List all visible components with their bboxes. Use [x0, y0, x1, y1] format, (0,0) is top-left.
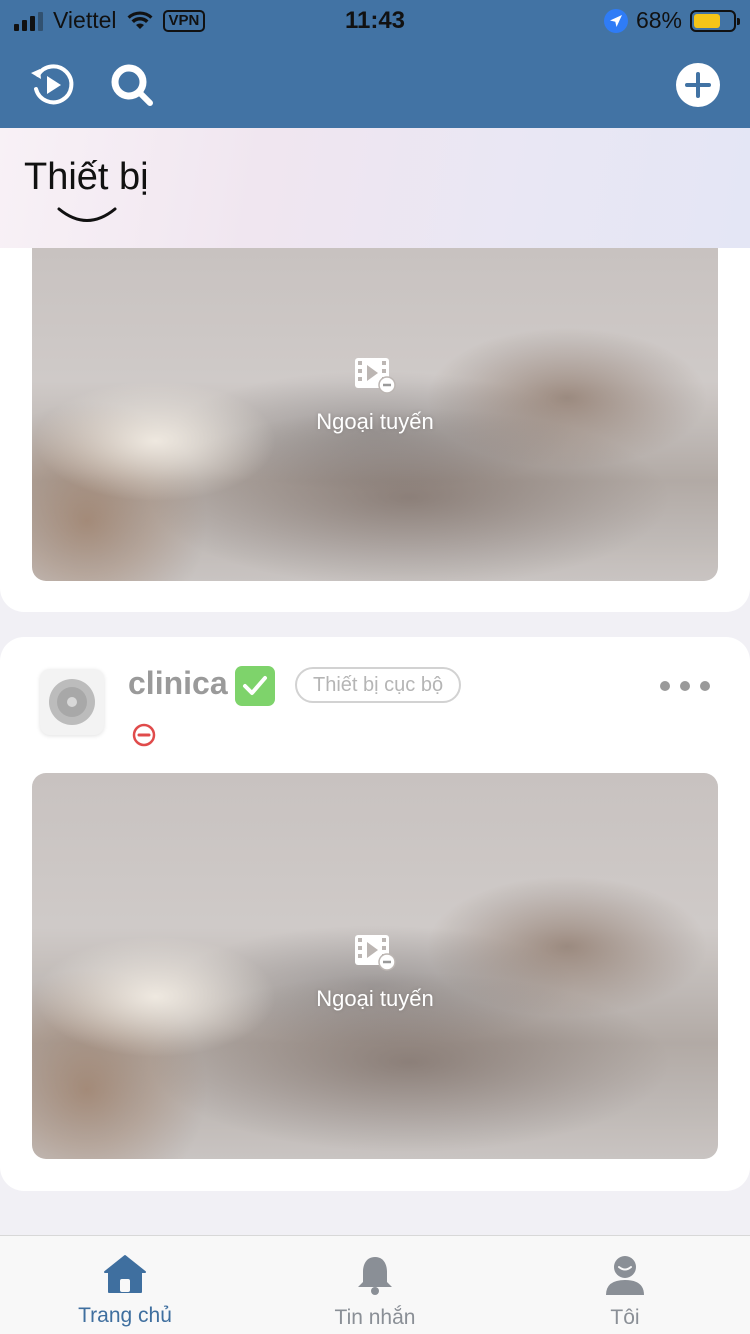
bell-icon [358, 1257, 392, 1295]
search-button[interactable] [107, 60, 157, 110]
camera-preview[interactable]: Ngoại tuyến [32, 773, 718, 1159]
video-offline-icon [355, 935, 396, 971]
tab-home[interactable]: Trang chủ [0, 1236, 250, 1334]
check-icon [235, 666, 275, 706]
location-arrow-icon [603, 8, 628, 33]
tab-me[interactable]: Tôi [500, 1236, 750, 1334]
status-bar: Viettel VPN 11:43 68% [0, 0, 750, 42]
offline-label: Ngoại tuyến [316, 409, 434, 434]
camera-preview[interactable]: Ngoại tuyến [32, 248, 718, 581]
device-card[interactable]: Ngoại tuyến [0, 200, 750, 612]
history-playback-button[interactable] [27, 60, 77, 110]
device-name: clinica [128, 665, 228, 701]
top-bar: Viettel VPN 11:43 68% [0, 0, 750, 128]
device-card[interactable]: clinica Thiết bị cục bộ Ngoại tuyến [0, 637, 750, 1191]
history-play-icon [31, 64, 74, 105]
page-title: Thiết bị [24, 156, 149, 198]
home-icon [104, 1255, 146, 1293]
offline-overlay: Ngoại tuyến [32, 933, 718, 1012]
offline-status-icon [132, 723, 156, 747]
battery-icon [690, 9, 740, 32]
battery-percent: 68% [635, 7, 682, 33]
more-options-button[interactable] [660, 671, 710, 701]
add-icon [676, 63, 720, 107]
add-device-button[interactable] [673, 60, 723, 110]
tab-label: Tin nhắn [334, 1306, 416, 1329]
page-header: Thiết bị [0, 128, 750, 248]
more-dot-icon [680, 681, 690, 691]
more-dot-icon [660, 681, 670, 691]
person-icon [606, 1256, 644, 1295]
camera-lens-icon [49, 679, 95, 725]
offline-label: Ngoại tuyến [316, 986, 434, 1011]
status-right: 68% [603, 7, 740, 34]
title-underline-smile [57, 207, 117, 222]
search-icon [111, 64, 153, 106]
local-device-tag: Thiết bị cục bộ [295, 667, 462, 703]
tab-messages[interactable]: Tin nhắn [250, 1236, 500, 1334]
offline-overlay: Ngoại tuyến [32, 356, 718, 435]
more-dot-icon [700, 681, 710, 691]
tab-label: Tôi [610, 1306, 640, 1329]
device-thumbnail [40, 669, 104, 735]
tab-label: Trang chủ [78, 1304, 172, 1327]
bottom-tab-bar: Trang chủ Tin nhắn Tôi [0, 1235, 750, 1334]
video-offline-icon [355, 358, 396, 394]
